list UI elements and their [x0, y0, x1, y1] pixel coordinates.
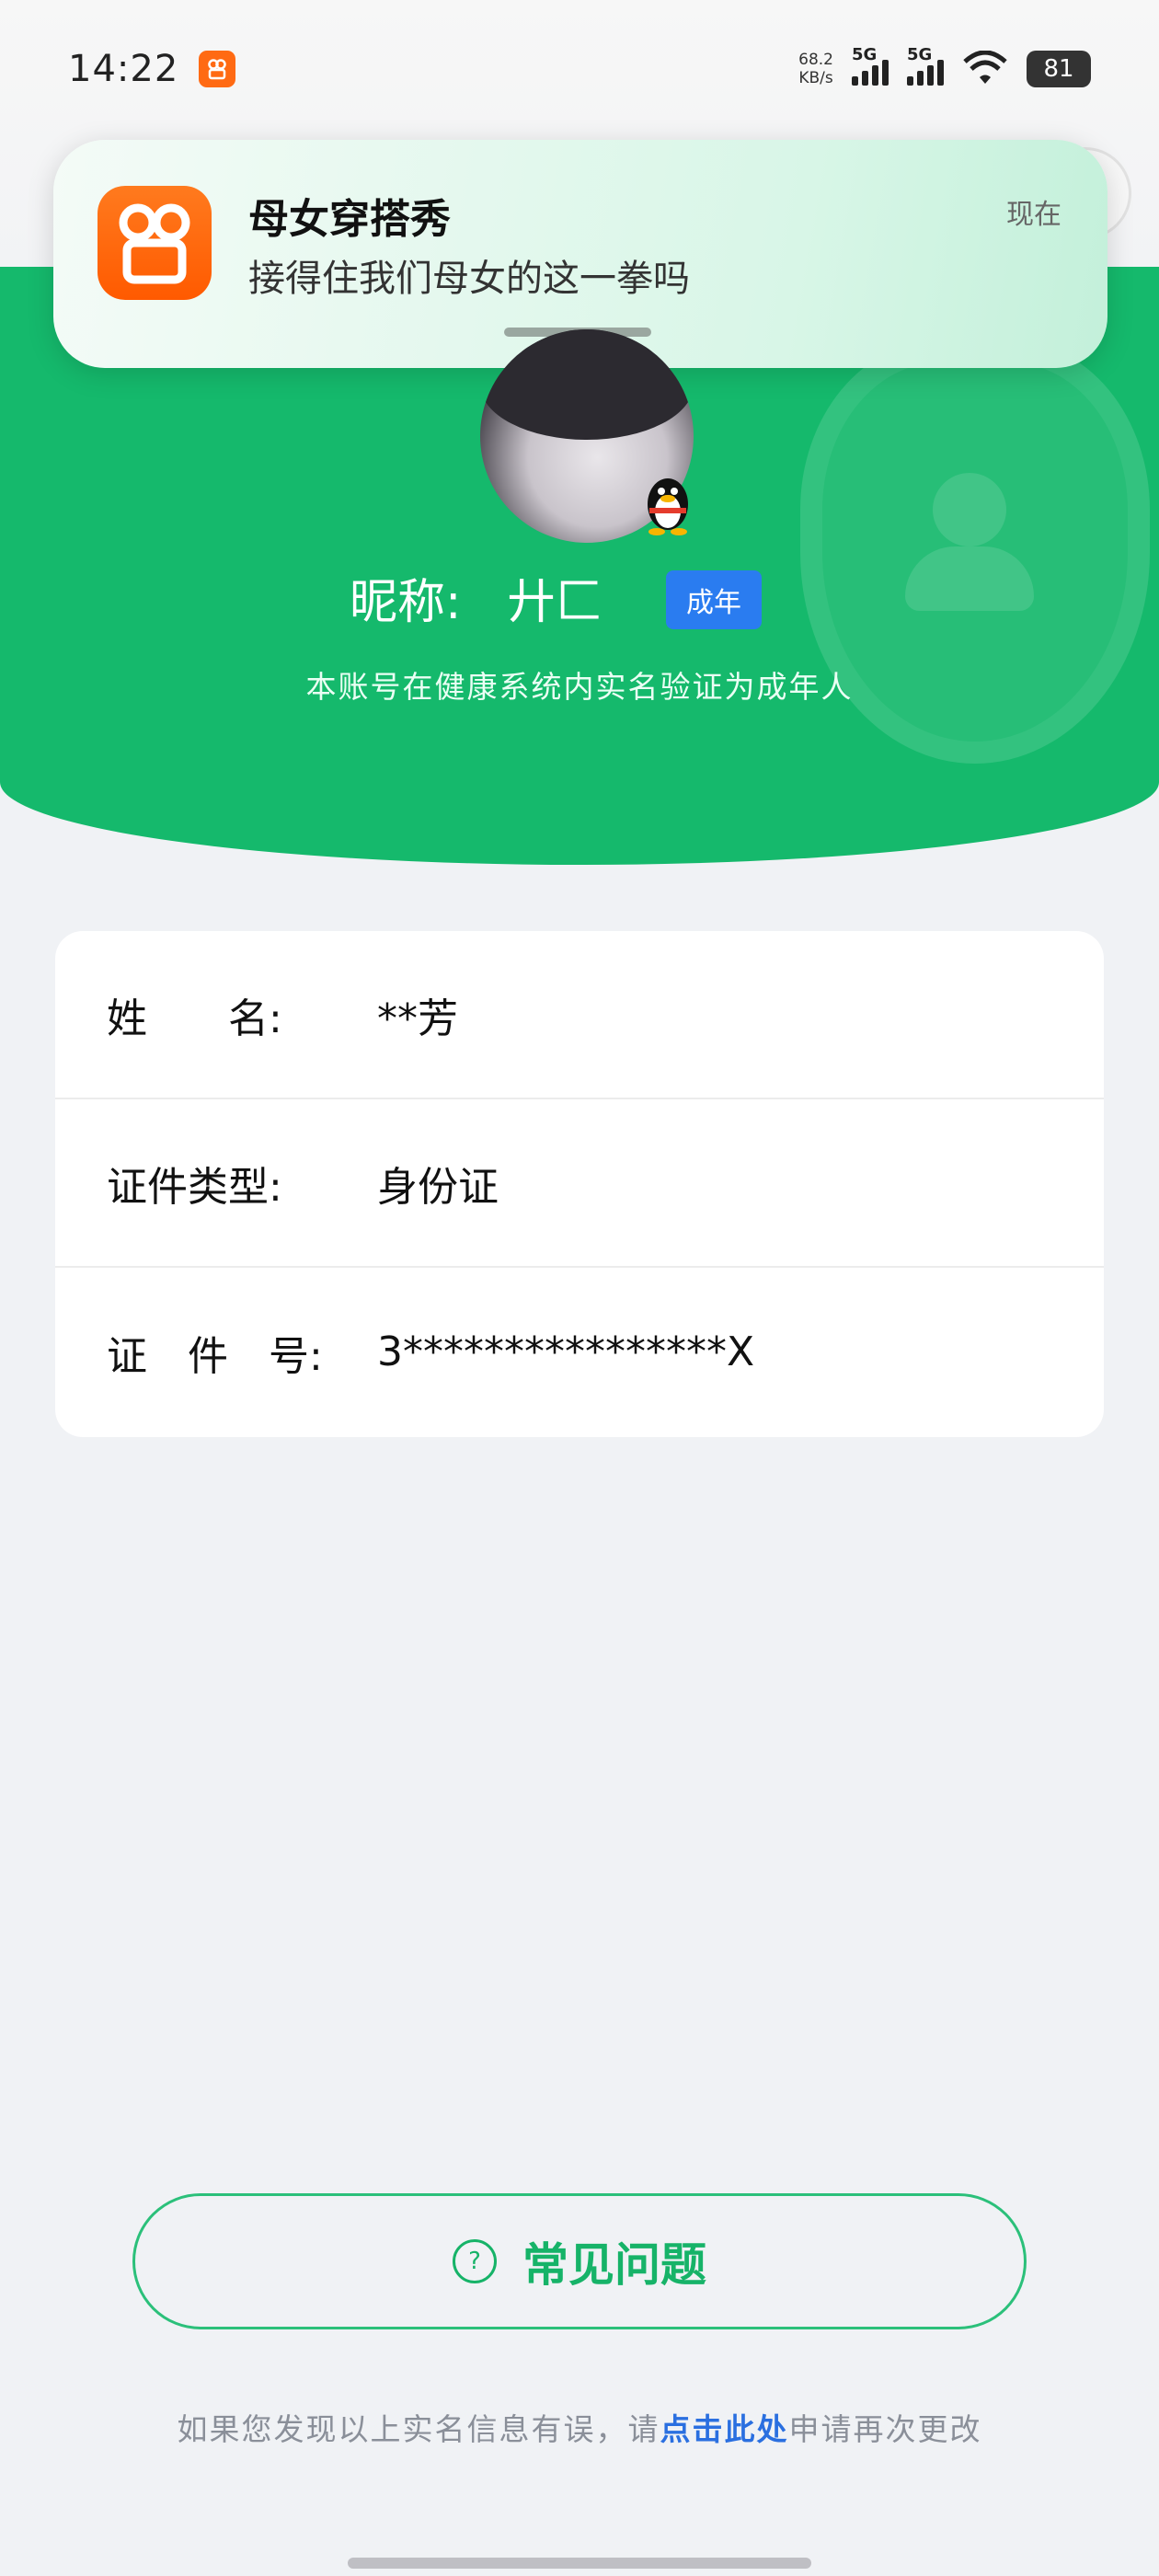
footer-note: 如果您发现以上实名信息有误，请点击此处申请再次更改 [0, 2405, 1159, 2449]
info-row-id-type: 证件类型: 身份证 [55, 1099, 1104, 1268]
footer-prefix: 如果您发现以上实名信息有误，请 [177, 2411, 660, 2447]
faq-button[interactable]: ? 常见问题 [132, 2193, 1027, 2329]
home-indicator[interactable] [348, 2558, 811, 2569]
nickname-label: 昵称: [350, 575, 462, 630]
notification-time: 现在 [1006, 199, 1061, 231]
notification-title: 母女穿搭秀 [248, 196, 451, 243]
info-label: 证件类型: [107, 1163, 282, 1211]
nickname-value: 廾匚 [507, 575, 603, 630]
age-badge: 成年 [666, 570, 762, 629]
nickname: 昵称: 廾匚 [350, 563, 603, 632]
signal-icon: 5G [852, 45, 889, 86]
info-row-name: 姓 名: **芳 [55, 931, 1104, 1099]
faq-label: 常见问题 [522, 2238, 706, 2292]
kuaishou-icon [98, 186, 212, 300]
footer-suffix: 申请再次更改 [788, 2411, 982, 2447]
info-value: 3****************X [377, 1328, 755, 1375]
question-circle-icon: ? [453, 2239, 497, 2283]
qq-penguin-icon [648, 478, 688, 535]
notification-body: 接得住我们母女的这一拳吗 [248, 258, 690, 300]
identity-info-card: 姓 名: **芳 证件类型: 身份证 证 件 号: 3*************… [55, 931, 1104, 1437]
battery-icon: 81 [1027, 51, 1091, 87]
info-value: 身份证 [377, 1163, 499, 1211]
status-bar: 14:22 68.2 KB/s 5G 5G 81 [0, 0, 1159, 138]
kuaishou-mini-icon [199, 51, 236, 87]
info-value: **芳 [377, 995, 458, 1042]
info-label: 姓 名: [107, 995, 282, 1042]
signal-icon-2: 5G [907, 45, 944, 86]
verified-text: 本账号在健康系统内实名验证为成年人 [305, 669, 854, 705]
status-time: 14:22 [68, 48, 179, 90]
wifi-icon [963, 51, 1007, 84]
info-label: 证 件 号: [107, 1332, 323, 1380]
network-speed: 68.2 KB/s [798, 51, 833, 87]
info-row-id-number: 证 件 号: 3****************X [55, 1268, 1104, 1436]
change-request-link[interactable]: 点击此处 [660, 2411, 789, 2447]
